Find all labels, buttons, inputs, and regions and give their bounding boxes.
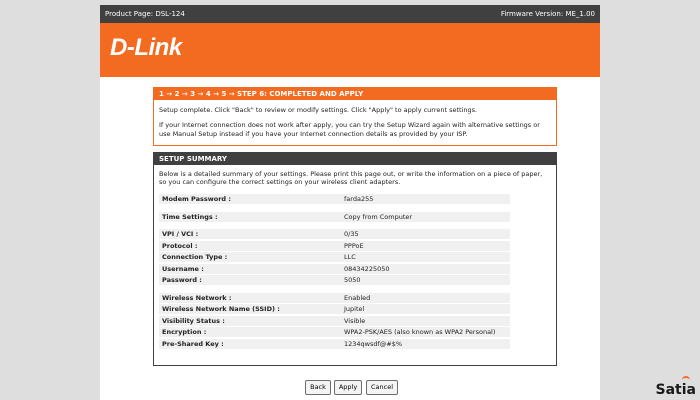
summary-row: Visibility Status : Visible	[159, 315, 510, 326]
watermark-logo: Satia	[655, 376, 696, 398]
step-panel: 1 → 2 → 3 → 4 → 5 → STEP 6: COMPLETED AN…	[153, 87, 557, 146]
summary-value: Enabled	[344, 293, 371, 302]
summary-value: Visible	[344, 316, 366, 325]
summary-value: LLC	[344, 253, 356, 261]
setup-summary-header: SETUP SUMMARY	[154, 153, 556, 165]
summary-row: Username : 08434225050	[159, 263, 510, 274]
summary-value: Jupitel	[344, 305, 365, 313]
summary-row: Password : 5050	[159, 275, 510, 285]
back-button[interactable]: Back	[305, 380, 331, 395]
step-troubleshoot-note: If your Internet connection does not wor…	[159, 121, 540, 138]
dlink-logo: D-Link	[110, 34, 182, 61]
cancel-button[interactable]: Cancel	[366, 380, 398, 395]
summary-row: Encryption : WPA2-PSK/AES (also known as …	[159, 327, 510, 337]
summary-value: Copy from Computer	[344, 212, 413, 221]
signal-icon	[682, 376, 690, 381]
summary-label: Wireless Network :	[162, 293, 232, 302]
step-instructions: Setup complete. Click "Back" to review o…	[159, 106, 478, 114]
summary-value: farda255	[344, 195, 374, 203]
summary-label: Visibility Status :	[162, 316, 225, 325]
setup-summary-panel: SETUP SUMMARY Below is a detailed summar…	[153, 152, 557, 366]
summary-row: VPI / VCI : 0/35	[159, 229, 510, 239]
summary-row: Time Settings : Copy from Computer	[159, 211, 510, 222]
summary-value: WPA2-PSK/AES (also known as WPA2 Persona…	[344, 328, 496, 336]
firmware-version-label: Firmware Version: ME_1.00	[500, 10, 595, 18]
summary-label: Encryption :	[162, 328, 207, 336]
summary-label: VPI / VCI :	[162, 230, 199, 238]
summary-label: Protocol :	[162, 241, 198, 250]
summary-row: Modem Password : farda255	[159, 194, 510, 204]
main-content: 1 → 2 → 3 → 4 → 5 → STEP 6: COMPLETED AN…	[100, 77, 600, 400]
setup-summary-intro: Below is a detailed summary of your sett…	[159, 170, 543, 186]
product-page-label: Product Page: DSL-124	[105, 10, 185, 18]
summary-row: Connection Type : LLC	[159, 252, 510, 262]
summary-label: Username :	[162, 264, 204, 273]
summary-value: 5050	[344, 276, 361, 284]
summary-value: 0/35	[344, 230, 359, 238]
summary-label: Modem Password :	[162, 195, 231, 203]
summary-label: Time Settings :	[162, 212, 218, 221]
summary-row: Pre-Shared Key : 1234qwsdf@#$%	[159, 338, 510, 349]
summary-value: 1234qwsdf@#$%	[344, 339, 403, 348]
action-buttons: Back Apply Cancel	[100, 380, 600, 395]
summary-label: Wireless Network Name (SSID) :	[162, 305, 280, 313]
summary-value: 08434225050	[344, 264, 390, 273]
brand-header: D-Link	[100, 23, 600, 77]
summary-table: Modem Password : farda255 Time Settings : C…	[159, 194, 510, 350]
top-info-bar: Product Page: DSL-124 Firmware Version: …	[100, 5, 600, 23]
apply-button[interactable]: Apply	[334, 380, 362, 395]
summary-row: Protocol : PPPoE	[159, 240, 510, 251]
summary-row: Wireless Network Name (SSID) : Jupitel	[159, 304, 510, 314]
step-header: 1 → 2 → 3 → 4 → 5 → STEP 6: COMPLETED AN…	[154, 88, 556, 100]
summary-label: Password :	[162, 276, 202, 284]
summary-row: Wireless Network : Enabled	[159, 292, 510, 303]
summary-label: Pre-Shared Key :	[162, 339, 224, 348]
watermark-text: Satia	[655, 382, 696, 398]
summary-value: PPPoE	[344, 241, 364, 250]
summary-label: Connection Type :	[162, 253, 228, 261]
